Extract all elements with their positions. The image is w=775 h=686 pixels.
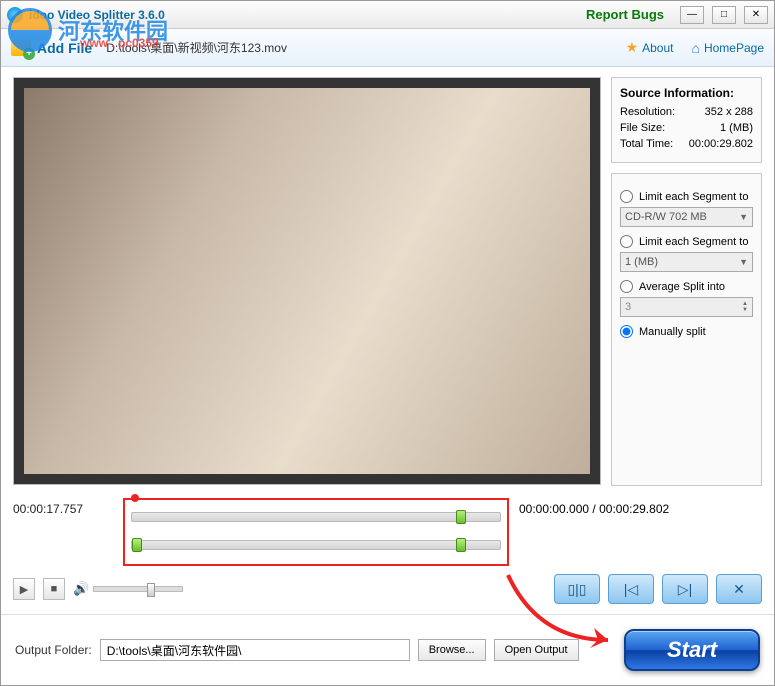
minimize-button[interactable]: — [680, 6, 704, 24]
main-area: Source Information: Resolution: 352 x 288… [1, 67, 774, 492]
timeline-area: 00:00:17.757 00:00:00.000 / 00:00:29.802 [13, 498, 762, 566]
output-folder-label: Output Folder: [15, 643, 92, 657]
chevron-down-icon: ▼ [739, 212, 748, 222]
range-start: 00:00:00.000 [519, 502, 589, 516]
timeline-highlight [123, 498, 509, 566]
totaltime-value: 00:00:29.802 [689, 138, 753, 150]
homepage-label: HomePage [704, 41, 764, 55]
timeline-track-2[interactable] [131, 540, 501, 550]
filesize-value: 1 (MB) [720, 122, 753, 134]
volume-control: 🔊 [73, 581, 183, 597]
spinner-arrows-icon: ▲▼ [742, 301, 748, 313]
option-limit-segment-size[interactable]: Limit each Segment to [620, 190, 753, 203]
segment-end-marker[interactable] [456, 510, 466, 524]
app-title: idoo Video Splitter 3.6.0 [29, 8, 165, 22]
playhead-marker[interactable] [131, 494, 139, 502]
volume-icon: 🔊 [73, 581, 89, 597]
video-preview[interactable] [13, 77, 601, 485]
radio-opt2[interactable] [620, 235, 633, 248]
play-button[interactable]: ▶ [13, 578, 35, 600]
radio-opt3[interactable] [620, 280, 633, 293]
mark-out-button[interactable]: ▷| [662, 574, 708, 604]
totaltime-label: Total Time: [620, 138, 673, 150]
titlebar: idoo Video Splitter 3.6.0 Report Bugs — … [1, 1, 774, 29]
start-label: Start [667, 637, 717, 663]
option-manually-split[interactable]: Manually split [620, 325, 753, 338]
app-window: idoo Video Splitter 3.6.0 Report Bugs — … [0, 0, 775, 686]
start-button[interactable]: Start [624, 629, 760, 671]
browse-button[interactable]: Browse... [418, 639, 486, 661]
stop-button[interactable]: ■ [43, 578, 65, 600]
home-icon: ⌂ [691, 40, 699, 56]
current-time: 00:00:17.757 [13, 498, 113, 516]
opt2-label: Limit each Segment to [639, 236, 748, 248]
radio-opt1[interactable] [620, 190, 633, 203]
star-icon: ★ [626, 39, 639, 56]
maximize-button[interactable]: □ [712, 6, 736, 24]
resolution-label: Resolution: [620, 106, 675, 118]
opt2-select[interactable]: 1 (MB) ▼ [620, 252, 753, 272]
segment-end-marker[interactable] [456, 538, 466, 552]
opt3-label: Average Split into [639, 281, 725, 293]
volume-thumb[interactable] [147, 583, 155, 597]
range-times: 00:00:00.000 / 00:00:29.802 [519, 498, 669, 516]
add-file-label: Add File [37, 40, 92, 56]
about-label: About [642, 41, 673, 55]
range-end: 00:00:29.802 [599, 502, 669, 516]
timeline-track-1[interactable] [131, 512, 501, 522]
video-content [228, 157, 386, 443]
homepage-link[interactable]: ⌂ HomePage [691, 40, 764, 56]
split-tool-button[interactable]: ▯|▯ [554, 574, 600, 604]
current-file-path: D:\tools\桌面\新视频\河东123.mov [106, 39, 287, 56]
opt3-spinner[interactable]: 3 ▲▼ [620, 297, 753, 317]
output-folder-input[interactable] [100, 639, 410, 661]
left-column [13, 77, 601, 486]
opt1-label: Limit each Segment to [639, 191, 748, 203]
source-info-title: Source Information: [620, 86, 753, 100]
opt1-select[interactable]: CD-R/W 702 MB ▼ [620, 207, 753, 227]
opt1-value: CD-R/W 702 MB [625, 211, 707, 223]
option-average-split[interactable]: Average Split into [620, 280, 753, 293]
segment-start-marker[interactable] [132, 538, 142, 552]
footer: Output Folder: Browse... Open Output Sta… [1, 614, 774, 685]
delete-segment-button[interactable]: ✕ [716, 574, 762, 604]
mark-in-button[interactable]: |◁ [608, 574, 654, 604]
about-link[interactable]: ★ About [626, 39, 674, 56]
add-file-button[interactable]: Add File [11, 40, 92, 56]
add-file-icon [11, 40, 31, 56]
option-limit-segment-mb[interactable]: Limit each Segment to [620, 235, 753, 248]
playback-controls: ▶ ■ 🔊 ▯|▯ |◁ ▷| ✕ [13, 572, 762, 606]
filesize-label: File Size: [620, 122, 665, 134]
right-column: Source Information: Resolution: 352 x 288… [611, 77, 762, 486]
video-frame [24, 88, 590, 474]
app-icon [7, 7, 23, 23]
opt2-value: 1 (MB) [625, 256, 658, 268]
opt3-value: 3 [625, 301, 631, 313]
volume-slider[interactable] [93, 586, 183, 592]
radio-opt4[interactable] [620, 325, 633, 338]
toolbar: Add File D:\tools\桌面\新视频\河东123.mov ★ Abo… [1, 29, 774, 67]
split-options-panel: Limit each Segment to CD-R/W 702 MB ▼ Li… [611, 173, 762, 486]
close-button[interactable]: ✕ [744, 6, 768, 24]
report-bugs-link[interactable]: Report Bugs [586, 7, 664, 22]
chevron-down-icon: ▼ [739, 257, 748, 267]
source-info-panel: Source Information: Resolution: 352 x 288… [611, 77, 762, 163]
resolution-value: 352 x 288 [705, 106, 753, 118]
opt4-label: Manually split [639, 326, 706, 338]
open-output-button[interactable]: Open Output [494, 639, 579, 661]
